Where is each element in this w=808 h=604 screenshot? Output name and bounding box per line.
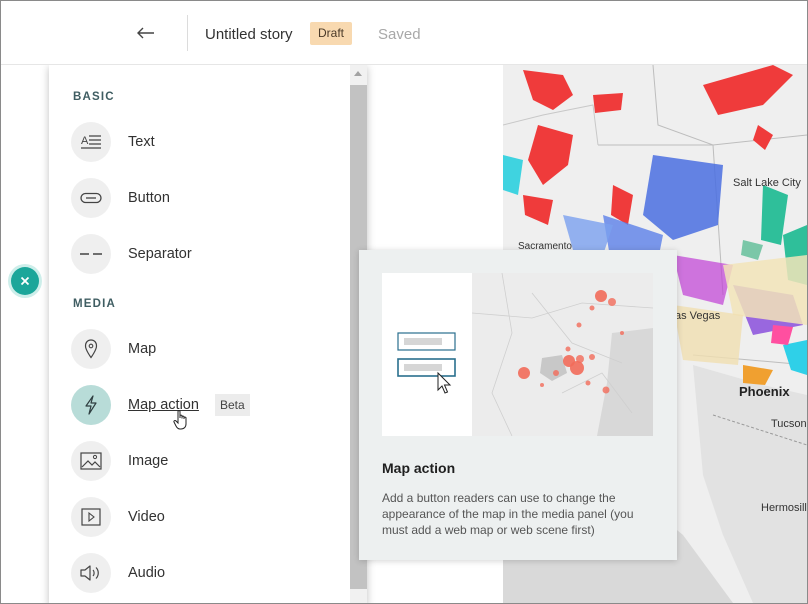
close-palette-button[interactable] (11, 267, 39, 295)
map-label-phoenix: Phoenix (739, 384, 790, 399)
map-label-las-vegas: as Vegas (675, 310, 721, 322)
section-label-basic: BASIC (73, 91, 115, 103)
beta-badge: Beta (214, 394, 250, 416)
hand-cursor-icon (173, 410, 187, 430)
header-divider (187, 15, 188, 51)
map-action-tooltip: Map action Add a button readers can use … (359, 250, 677, 560)
lightning-icon (71, 385, 111, 425)
block-item-label: Video (128, 509, 165, 525)
block-item-map-action[interactable]: Map action Beta (71, 383, 250, 427)
preview-map (471, 273, 653, 436)
block-item-label: Map (128, 341, 157, 357)
scroll-up-arrow-icon[interactable] (354, 71, 362, 76)
save-status: Saved (378, 26, 421, 43)
image-icon (71, 441, 111, 481)
block-item-separator[interactable]: Separator (71, 232, 192, 276)
arrow-left-icon (137, 27, 154, 39)
map-label-salt-lake-city: Salt Lake City (733, 177, 801, 189)
map-pin-icon (71, 329, 111, 369)
map-label-hermosillo: Hermosill (761, 502, 807, 514)
block-palette: BASIC A Text Button Separator MEDIA Map … (49, 65, 367, 603)
app-window: Untitled story Draft Saved Salt Lake Cit… (0, 0, 808, 604)
block-item-label: Audio (128, 565, 166, 581)
video-icon (71, 497, 111, 537)
block-item-label: Separator (128, 246, 192, 262)
block-item-video[interactable]: Video (71, 495, 165, 539)
block-item-button[interactable]: Button (71, 176, 170, 220)
tooltip-description: Add a button readers can use to change t… (382, 491, 634, 537)
story-header: Untitled story Draft Saved (1, 1, 807, 65)
button-icon (71, 178, 111, 218)
block-item-text[interactable]: A Text (71, 120, 155, 164)
map-action-preview-image (382, 273, 653, 436)
audio-icon (71, 553, 111, 593)
svg-text:A: A (81, 135, 89, 147)
story-title[interactable]: Untitled story (205, 26, 293, 43)
block-item-audio[interactable]: Audio (71, 551, 165, 595)
preview-button-panel (382, 273, 472, 436)
separator-icon (71, 234, 111, 274)
block-item-image[interactable]: Image (71, 439, 168, 483)
back-button[interactable] (131, 19, 161, 47)
block-item-map[interactable]: Map (71, 327, 156, 371)
block-item-label: Button (128, 190, 170, 206)
tooltip-title: Map action (382, 460, 456, 476)
close-icon (20, 276, 30, 286)
block-item-label: Text (128, 134, 155, 150)
map-label-tucson: Tucson (771, 418, 807, 430)
block-item-label: Image (128, 453, 169, 469)
draft-badge: Draft (310, 22, 353, 45)
section-label-media: MEDIA (73, 298, 117, 310)
text-icon: A (71, 122, 111, 162)
